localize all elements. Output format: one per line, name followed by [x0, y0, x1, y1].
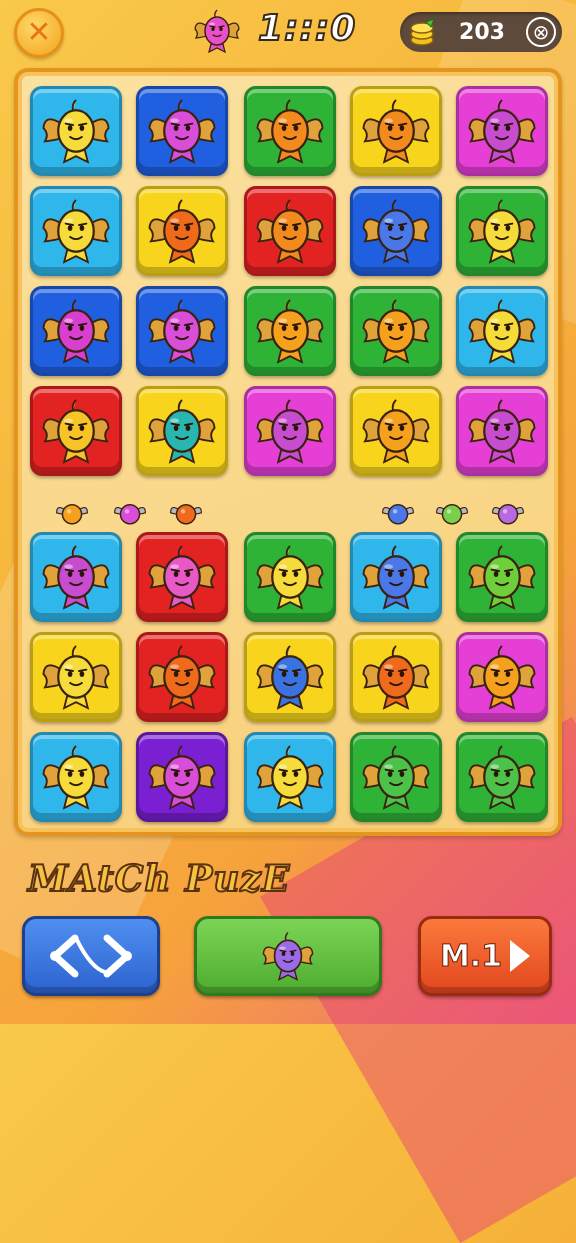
swap-arrows-icon	[50, 934, 132, 978]
game-tile[interactable]	[136, 732, 228, 822]
creature-icon	[42, 745, 110, 810]
creature-icon	[468, 399, 536, 464]
swap-button[interactable]	[22, 916, 160, 996]
bonus-piece-icon[interactable]	[486, 482, 530, 526]
game-tile[interactable]	[244, 286, 336, 376]
score-display: 1:::0	[257, 7, 357, 50]
game-tile[interactable]	[136, 632, 228, 722]
creature-icon	[148, 545, 216, 610]
play-button[interactable]	[194, 916, 382, 996]
creature-icon	[148, 645, 216, 710]
creature-icon	[42, 299, 110, 364]
game-tile[interactable]	[456, 86, 548, 176]
coin-counter: 203 ⊗	[400, 12, 562, 52]
creature-icon	[468, 745, 536, 810]
game-tile[interactable]	[350, 732, 442, 822]
game-tile[interactable]	[350, 286, 442, 376]
game-tile[interactable]	[244, 186, 336, 276]
game-tile[interactable]	[30, 386, 122, 476]
game-tile[interactable]	[30, 732, 122, 822]
game-tile[interactable]	[456, 386, 548, 476]
game-tile[interactable]	[30, 286, 122, 376]
creature-icon	[256, 645, 324, 710]
game-tile[interactable]	[244, 732, 336, 822]
creature-icon	[148, 199, 216, 264]
creature-icon	[148, 299, 216, 364]
game-tile[interactable]	[30, 632, 122, 722]
bonus-piece-icon[interactable]	[430, 482, 474, 526]
player-creature-icon	[194, 9, 240, 54]
creature-icon	[42, 399, 110, 464]
creature-icon	[468, 545, 536, 610]
game-tile[interactable]	[136, 286, 228, 376]
game-tile[interactable]	[350, 532, 442, 622]
creature-icon	[256, 745, 324, 810]
close-icon: ✕	[26, 15, 52, 50]
creature-icon	[42, 545, 110, 610]
creature-icon	[42, 199, 110, 264]
coin-value: 203	[459, 19, 505, 45]
game-tile[interactable]	[456, 286, 548, 376]
game-tile[interactable]	[456, 632, 548, 722]
game-tile[interactable]	[30, 86, 122, 176]
creature-icon	[148, 99, 216, 164]
game-tile[interactable]	[136, 532, 228, 622]
game-tile[interactable]	[350, 386, 442, 476]
creature-icon	[262, 931, 314, 981]
creature-icon	[362, 545, 430, 610]
coin-close-button[interactable]: ⊗	[526, 17, 556, 47]
creature-icon	[468, 299, 536, 364]
game-tile[interactable]	[456, 732, 548, 822]
game-tile[interactable]	[456, 186, 548, 276]
creature-icon	[362, 99, 430, 164]
game-title: MAtCh PuzE	[27, 857, 291, 901]
game-tile[interactable]	[456, 532, 548, 622]
game-tile[interactable]	[350, 86, 442, 176]
creature-icon	[362, 299, 430, 364]
bonus-piece-icon[interactable]	[376, 482, 420, 526]
creature-icon	[148, 745, 216, 810]
game-tile[interactable]	[244, 632, 336, 722]
creature-icon	[468, 645, 536, 710]
game-tile[interactable]	[136, 386, 228, 476]
game-tile[interactable]	[350, 186, 442, 276]
creature-icon	[256, 545, 324, 610]
creature-icon	[256, 399, 324, 464]
creature-icon	[362, 199, 430, 264]
game-board	[14, 68, 562, 836]
creature-icon	[148, 399, 216, 464]
creature-icon	[362, 745, 430, 810]
game-tile[interactable]	[244, 86, 336, 176]
coin-stack-icon	[410, 18, 435, 46]
play-arrow-icon	[510, 940, 531, 972]
creature-icon	[42, 645, 110, 710]
game-tile[interactable]	[30, 186, 122, 276]
game-tile[interactable]	[30, 532, 122, 622]
game-tile[interactable]	[136, 186, 228, 276]
close-button[interactable]: ✕	[14, 8, 64, 58]
game-tile[interactable]	[244, 386, 336, 476]
game-tile[interactable]	[350, 632, 442, 722]
bonus-piece-icon[interactable]	[50, 482, 94, 526]
creature-icon	[468, 99, 536, 164]
game-tile[interactable]	[244, 532, 336, 622]
creature-icon	[362, 399, 430, 464]
creature-icon	[362, 645, 430, 710]
level-button[interactable]: M.1	[418, 916, 552, 996]
bonus-piece-icon[interactable]	[164, 482, 208, 526]
creature-icon	[256, 99, 324, 164]
creature-icon	[256, 299, 324, 364]
creature-icon	[256, 199, 324, 264]
level-label: M.1	[439, 938, 503, 974]
bonus-piece-icon[interactable]	[108, 482, 152, 526]
creature-icon	[42, 99, 110, 164]
creature-icon	[468, 199, 536, 264]
game-tile[interactable]	[136, 86, 228, 176]
